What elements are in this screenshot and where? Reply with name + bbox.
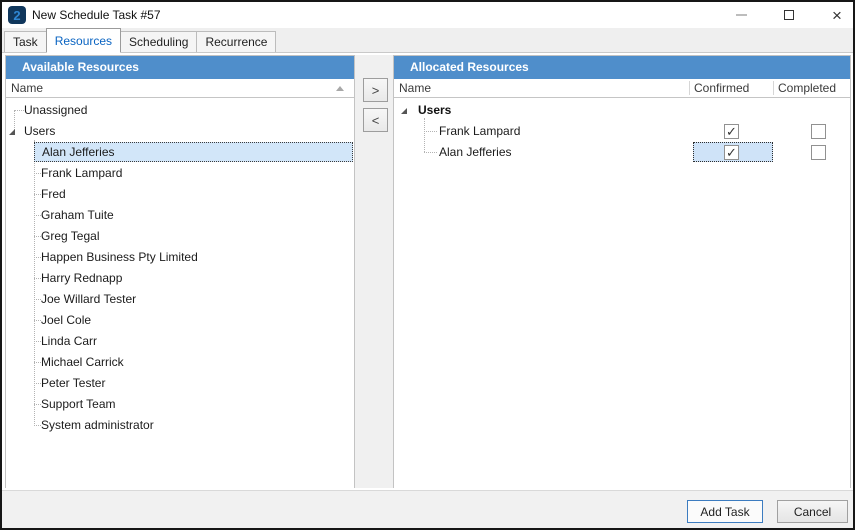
tree-connector-stub <box>424 131 437 132</box>
tree-item[interactable]: Fred <box>6 184 354 205</box>
window-controls: × <box>725 2 853 28</box>
tab-resources[interactable]: Resources <box>45 28 122 53</box>
tree-item[interactable]: Joe Willard Tester <box>6 289 354 310</box>
tree-item-label: Happen Business Pty Limited <box>41 250 198 264</box>
tab-scheduling[interactable]: Scheduling <box>120 31 198 52</box>
tree-item[interactable]: Joel Cole <box>6 310 354 331</box>
tree-item[interactable]: Greg Tegal <box>6 226 354 247</box>
tree-item-label: Michael Carrick <box>41 355 124 369</box>
tab-task[interactable]: Task <box>4 31 47 52</box>
maximize-button[interactable] <box>773 2 805 28</box>
tree-item-label: Users <box>24 124 56 138</box>
tree-item-label: Support Team <box>41 397 116 411</box>
allocated-name-label: Frank Lampard <box>439 124 521 138</box>
column-separator <box>773 81 774 95</box>
tree-item[interactable]: System administrator <box>6 415 354 436</box>
tree-item[interactable]: Linda Carr <box>6 331 354 352</box>
tree-item-label: Peter Tester <box>41 376 106 390</box>
minimize-icon <box>735 14 747 16</box>
tree-item-label: Alan Jefferies <box>34 142 353 162</box>
cancel-button[interactable]: Cancel <box>777 500 848 523</box>
dialog-window: 2 New Schedule Task #57 × Task Resources S… <box>0 0 855 530</box>
minimize-button[interactable] <box>725 2 757 28</box>
allocated-resources-header: Allocated Resources <box>394 56 850 79</box>
tree-item-label: Harry Rednapp <box>41 271 123 285</box>
completed-checkbox[interactable] <box>811 145 826 160</box>
expanded-node-icon[interactable] <box>401 108 407 114</box>
tree-item-label: Joe Willard Tester <box>41 292 137 306</box>
column-header-name[interactable]: Name <box>399 79 431 97</box>
tree-item[interactable]: Support Team <box>6 394 354 415</box>
tree-item[interactable]: Graham Tuite <box>6 205 354 226</box>
tree-group-row[interactable]: Users <box>394 100 850 121</box>
tree-item-label: System administrator <box>41 418 154 432</box>
tree-item[interactable]: Frank Lampard <box>6 163 354 184</box>
allocated-row[interactable]: Frank Lampard <box>394 121 850 142</box>
close-icon: × <box>832 5 842 25</box>
allocated-column-headers[interactable]: Name Confirmed Completed <box>394 79 850 98</box>
tree-item[interactable]: Users <box>6 121 354 142</box>
tree-item[interactable]: Harry Rednapp <box>6 268 354 289</box>
column-header-confirmed[interactable]: Confirmed <box>694 79 749 97</box>
completed-checkbox[interactable] <box>811 124 826 139</box>
tree-item-label: Linda Carr <box>41 334 98 348</box>
tree-item-label: Graham Tuite <box>41 208 114 222</box>
tree-item[interactable]: Alan Jefferies <box>6 142 354 163</box>
sort-ascending-icon <box>336 86 344 91</box>
tree-item-label: Joel Cole <box>41 313 92 327</box>
tree-connector-stub <box>14 110 24 111</box>
tree-connector-stub <box>424 152 437 153</box>
tree-item[interactable]: Peter Tester <box>6 373 354 394</box>
expanded-node-icon[interactable] <box>9 129 15 135</box>
app-icon-glyph: 2 <box>13 7 21 23</box>
move-right-button[interactable]: > <box>363 78 388 102</box>
window-title: New Schedule Task #57 <box>32 8 161 22</box>
tree-group-label: Users <box>418 103 452 117</box>
footer-bar: Add Task Cancel <box>2 490 853 528</box>
name-column-label: Name <box>11 81 44 95</box>
allocated-row[interactable]: Alan Jefferies <box>394 142 850 163</box>
transfer-controls: > < <box>355 55 393 488</box>
available-resources-header: Available Resources <box>6 56 354 79</box>
maximize-icon <box>784 10 794 20</box>
tab-bar: Task Resources Scheduling Recurrence <box>2 28 853 53</box>
available-name-column-header[interactable]: Name <box>6 79 354 98</box>
allocated-name-label: Alan Jefferies <box>439 145 512 159</box>
allocated-resources-grid: Users Frank Lampard ✓ Alan Jefferies ✓ <box>394 98 850 489</box>
title-bar: 2 New Schedule Task #57 × <box>2 2 853 28</box>
add-task-button[interactable]: Add Task <box>687 500 763 523</box>
tree-item[interactable]: Unassigned <box>6 100 354 121</box>
move-left-button[interactable]: < <box>363 108 388 132</box>
close-button[interactable]: × <box>821 2 853 28</box>
tree-item-label: Frank Lampard <box>41 166 123 180</box>
tab-recurrence[interactable]: Recurrence <box>196 31 277 52</box>
tree-item[interactable]: Michael Carrick <box>6 352 354 373</box>
tree-item-label: Fred <box>41 187 66 201</box>
tree-item-label: Unassigned <box>24 103 88 117</box>
column-header-completed[interactable]: Completed <box>778 79 836 97</box>
tree-item-label: Greg Tegal <box>41 229 100 243</box>
confirmed-checkbox[interactable]: ✓ <box>724 124 739 139</box>
tree-item[interactable]: Happen Business Pty Limited <box>6 247 354 268</box>
app-icon: 2 <box>8 6 26 24</box>
available-resources-panel: Available Resources Name Unassigned Users… <box>5 55 355 489</box>
allocated-resources-panel: Allocated Resources Name Confirmed Compl… <box>393 55 851 489</box>
confirmed-checkbox[interactable]: ✓ <box>724 145 739 160</box>
available-resources-tree: Unassigned Users Alan Jefferies Frank Lampa… <box>6 98 354 489</box>
column-separator <box>689 81 690 95</box>
